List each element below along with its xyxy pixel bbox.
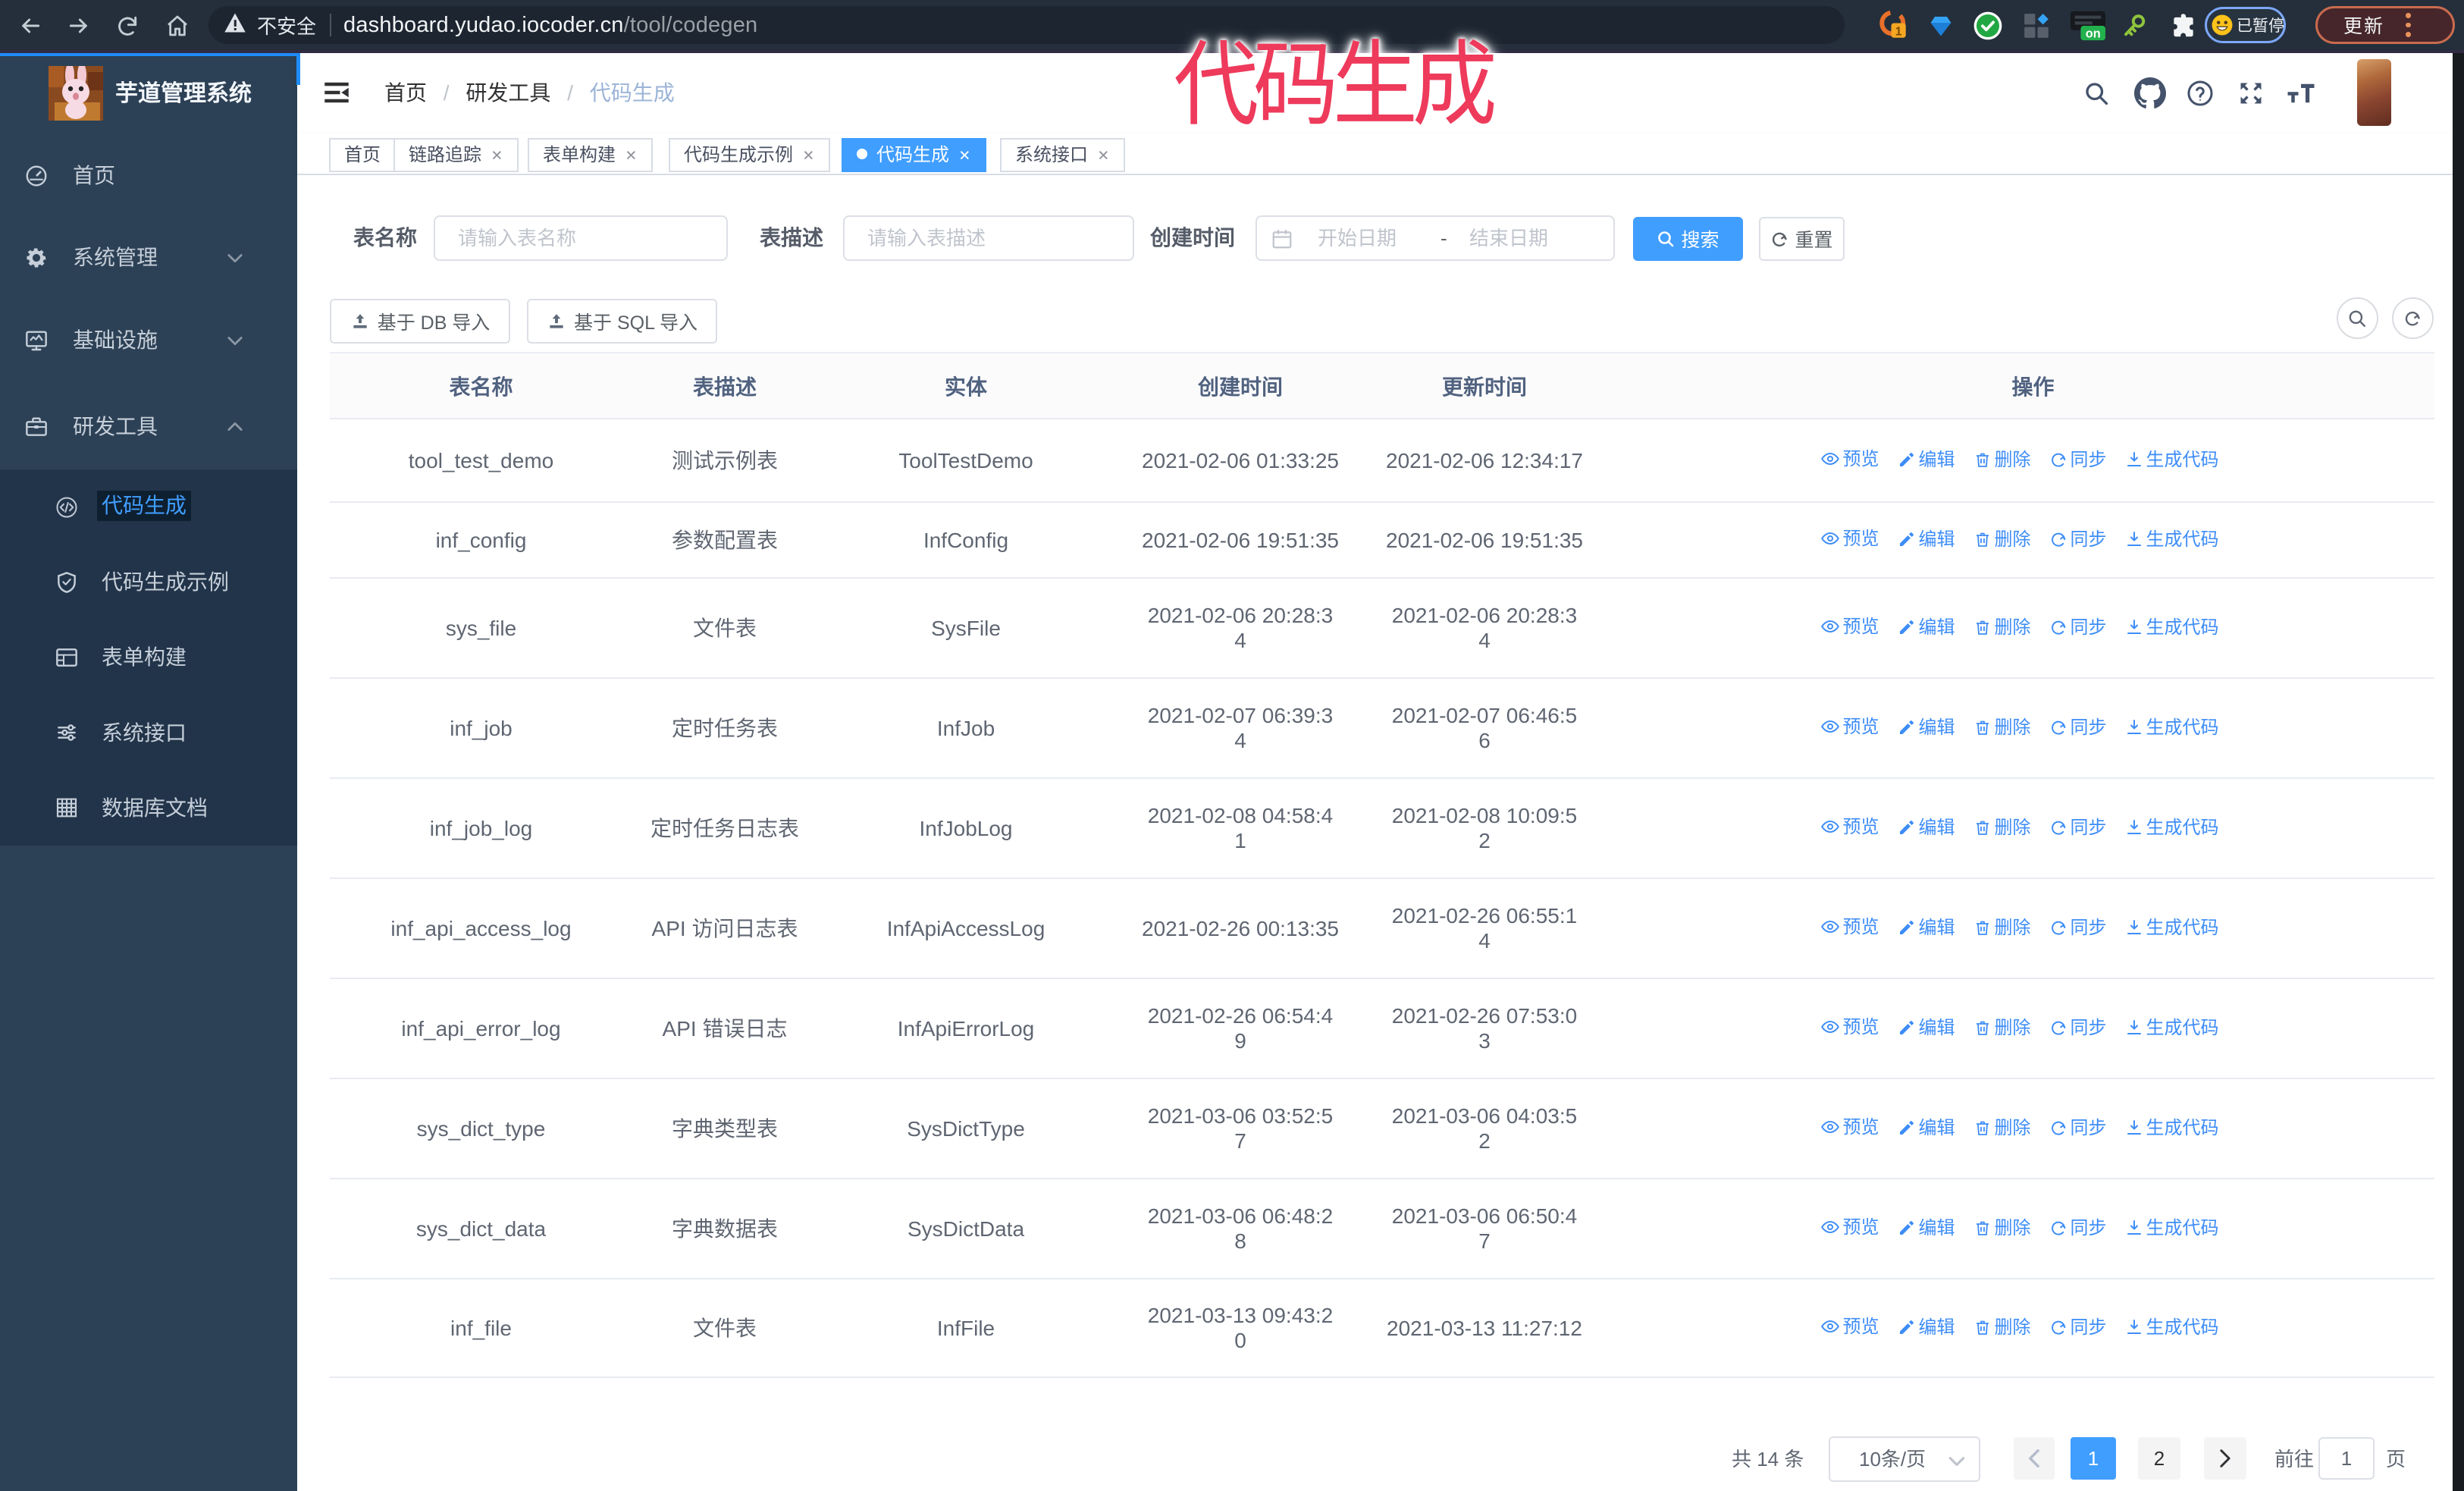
svg-text:on: on	[2086, 27, 2101, 40]
svg-text:1: 1	[1895, 25, 1902, 38]
